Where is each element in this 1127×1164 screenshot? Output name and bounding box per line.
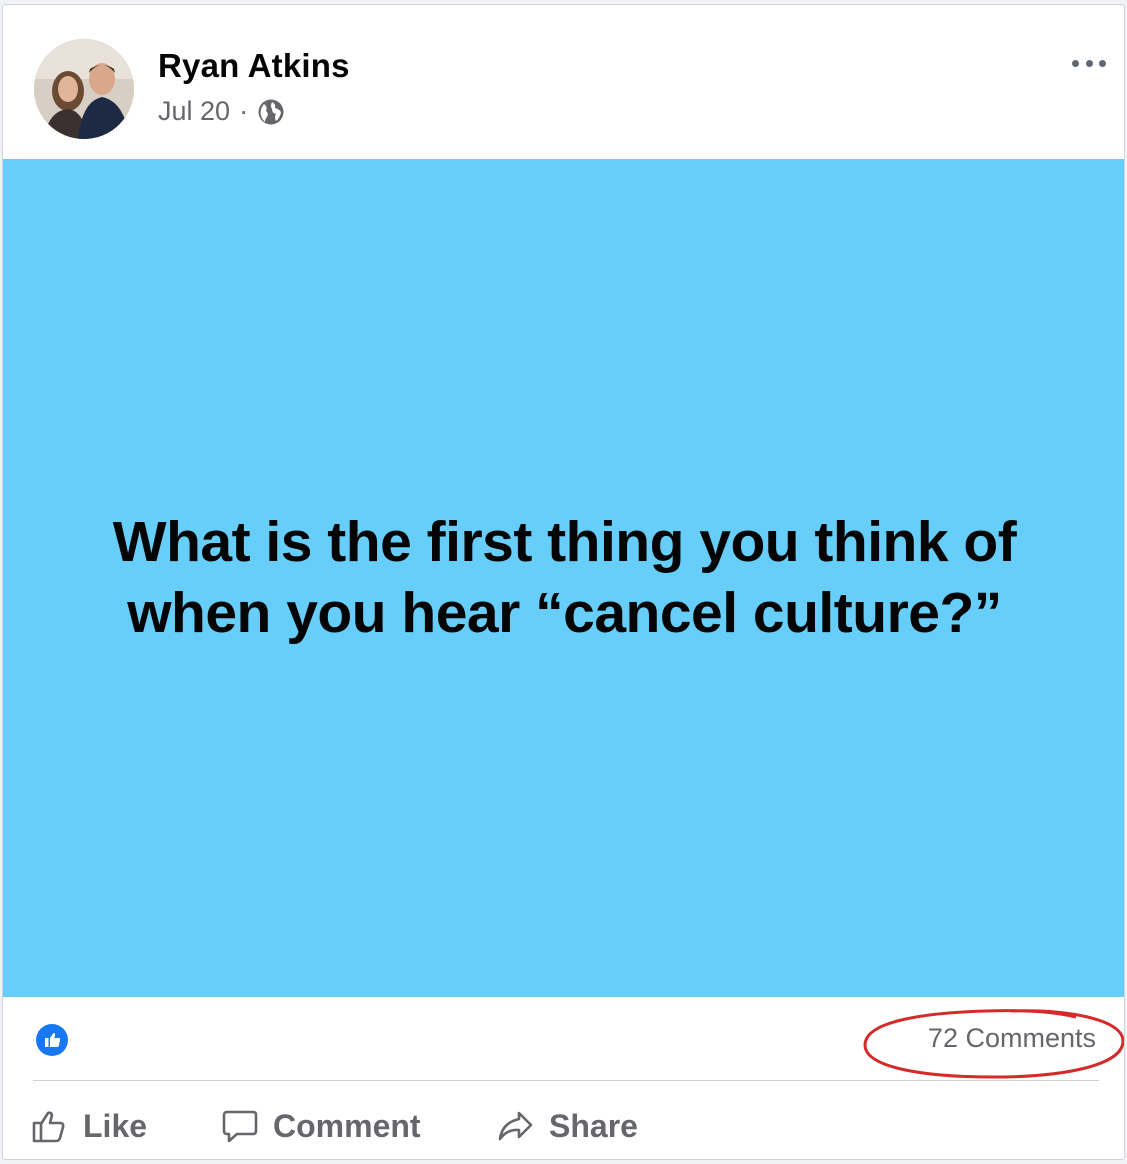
more-dot <box>1072 59 1079 67</box>
more-dot <box>1099 59 1106 67</box>
like-reaction-icon[interactable] <box>35 1023 69 1057</box>
author-name[interactable]: Ryan Atkins <box>158 47 350 85</box>
share-label: Share <box>549 1107 638 1144</box>
more-options-icon[interactable] <box>1072 51 1106 75</box>
post-card: Ryan Atkins Jul 20 · What is the first t… <box>2 4 1125 1160</box>
globe-icon[interactable] <box>257 98 285 126</box>
post-background[interactable]: What is the first thing you think of whe… <box>3 159 1124 997</box>
comment-label: Comment <box>273 1107 421 1144</box>
post-meta: Jul 20 · <box>158 96 285 127</box>
post-date[interactable]: Jul 20 <box>158 96 230 127</box>
more-dot <box>1085 59 1093 67</box>
action-bar: Like Comment Share <box>3 1093 1124 1159</box>
like-button[interactable]: Like <box>31 1093 147 1159</box>
share-arrow-icon <box>498 1111 533 1141</box>
footer-divider <box>33 1080 1099 1081</box>
like-label: Like <box>83 1107 148 1144</box>
comment-bubble-icon <box>222 1110 258 1143</box>
author-avatar[interactable] <box>34 39 134 139</box>
post-text: What is the first thing you think of whe… <box>112 509 1017 645</box>
thumbs-up-icon <box>32 1111 65 1143</box>
avatar-photo <box>34 39 134 139</box>
annotation-circle <box>863 1009 1124 1079</box>
meta-separator: · <box>239 96 249 126</box>
share-button[interactable]: Share <box>497 1093 638 1159</box>
comment-button[interactable]: Comment <box>221 1093 421 1159</box>
